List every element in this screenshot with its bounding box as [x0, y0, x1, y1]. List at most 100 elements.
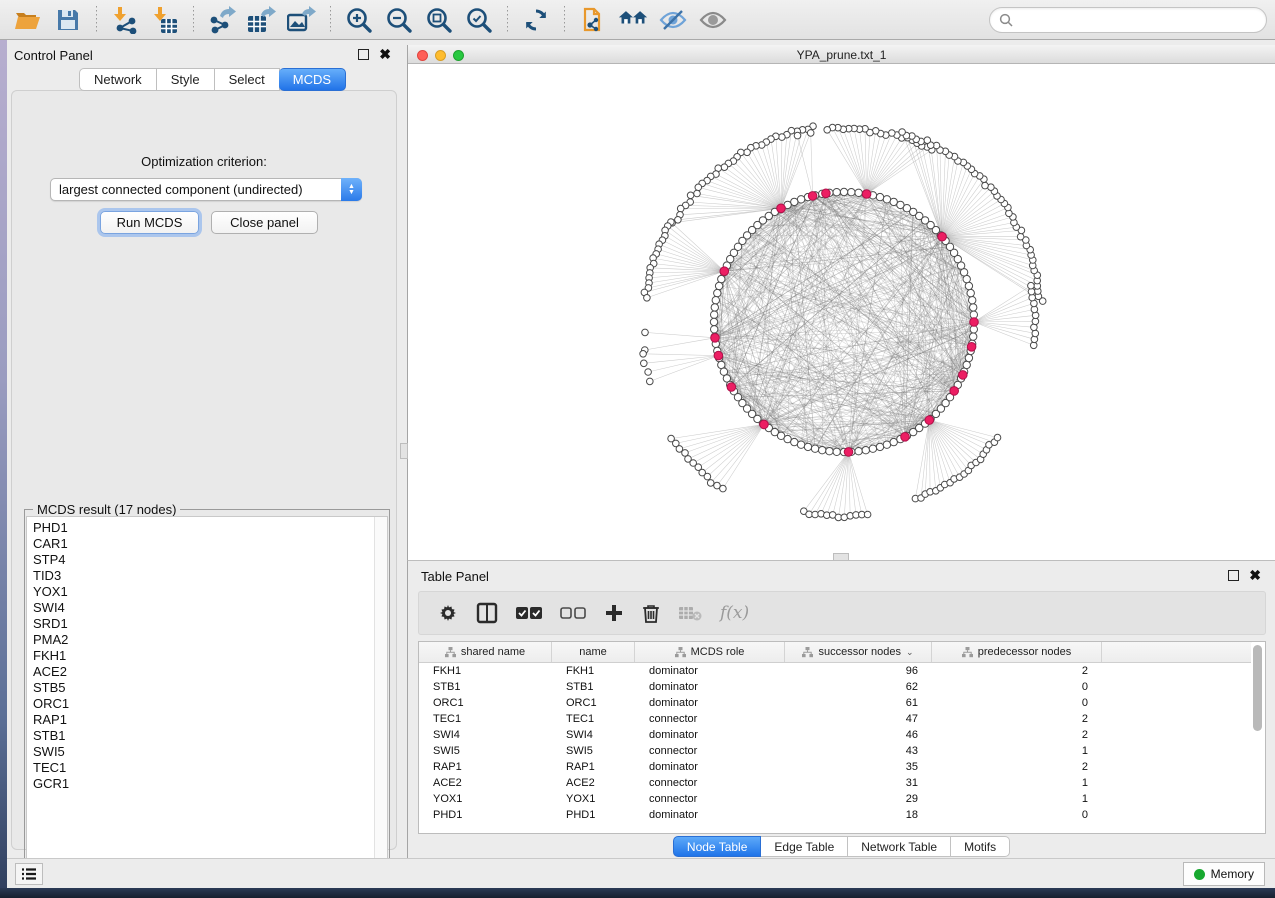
result-node[interactable]: RAP1 [33, 712, 387, 728]
memory-button[interactable]: Memory [1183, 862, 1265, 886]
result-node[interactable]: PMA2 [33, 632, 387, 648]
deselect-all-icon[interactable] [560, 606, 586, 620]
panel-menu-button[interactable] [15, 863, 43, 885]
tab-mcds[interactable]: MCDS [279, 68, 346, 91]
tab-edge-table[interactable]: Edge Table [761, 836, 848, 857]
table-row[interactable]: PHD1PHD1dominator180 [419, 807, 1252, 823]
result-node[interactable]: PHD1 [33, 520, 387, 536]
horizontal-splitter-handle[interactable] [833, 553, 849, 561]
result-node[interactable]: ACE2 [33, 664, 387, 680]
show-column-icon[interactable] [476, 602, 498, 624]
result-node[interactable]: TID3 [33, 568, 387, 584]
add-column-icon[interactable] [604, 603, 624, 623]
float-panel-icon[interactable] [358, 49, 369, 60]
result-node[interactable]: CAR1 [33, 536, 387, 552]
table-row[interactable]: STB1STB1dominator620 [419, 679, 1252, 695]
network-graph [408, 64, 1274, 560]
function-builder-icon[interactable]: f(x) [720, 603, 749, 623]
show-appearance-icon[interactable] [698, 5, 728, 35]
application-window: Control Panel ✖ NetworkStyleSelectMCDS O… [0, 0, 1275, 898]
table-row[interactable]: SWI5SWI5connector431 [419, 743, 1252, 759]
result-scrollbar[interactable] [374, 517, 387, 874]
delete-table-icon[interactable] [678, 605, 702, 621]
table-row[interactable]: TEC1TEC1connector472 [419, 711, 1252, 727]
table-settings-icon[interactable] [438, 603, 458, 623]
result-node[interactable]: SWI4 [33, 600, 387, 616]
column-header-predecessor-nodes[interactable]: predecessor nodes [932, 642, 1102, 662]
mcds-result-list[interactable]: PHD1CAR1STP4TID3YOX1SWI4SRD1PMA2FKH1ACE2… [26, 516, 388, 875]
network-window-title: YPA_prune.txt_1 [408, 48, 1275, 62]
table-cell: ACE2 [419, 777, 552, 789]
desktop-wallpaper-left [0, 40, 7, 888]
result-node[interactable]: YOX1 [33, 584, 387, 600]
table-row[interactable]: SWI4SWI4dominator462 [419, 727, 1252, 743]
hide-appearance-icon[interactable] [658, 5, 688, 35]
vertical-splitter-handle[interactable] [400, 443, 408, 459]
scrollbar-thumb[interactable] [1253, 645, 1262, 731]
export-image-icon[interactable] [287, 5, 317, 35]
float-panel-icon[interactable] [1228, 570, 1239, 581]
criterion-dropdown[interactable]: largest connected component (undirected)… [50, 178, 362, 201]
close-panel-icon[interactable]: ✖ [379, 49, 391, 60]
result-node[interactable]: ORC1 [33, 696, 387, 712]
result-node[interactable]: SRD1 [33, 616, 387, 632]
table-cell: connector [635, 777, 785, 789]
open-file-icon[interactable] [13, 5, 43, 35]
export-table-icon[interactable] [247, 5, 277, 35]
tab-select[interactable]: Select [215, 68, 280, 91]
table-cell: FKH1 [552, 665, 635, 677]
result-node[interactable]: STB1 [33, 728, 387, 744]
search-input[interactable] [1013, 13, 1257, 27]
table-row[interactable]: YOX1YOX1connector291 [419, 791, 1252, 807]
show-all-homes-icon[interactable] [618, 5, 648, 35]
save-icon[interactable] [53, 5, 83, 35]
column-header-successor-nodes[interactable]: successor nodes⌄ [785, 642, 932, 662]
tab-network[interactable]: Network [79, 68, 157, 91]
import-table-icon[interactable] [150, 5, 180, 35]
refresh-icon[interactable] [521, 5, 551, 35]
close-panel-icon[interactable]: ✖ [1249, 570, 1261, 581]
result-node[interactable]: GCR1 [33, 776, 387, 792]
import-network-icon[interactable] [110, 5, 140, 35]
table-scrollbar[interactable] [1251, 643, 1264, 833]
table-panel: Table Panel ✖ [407, 560, 1275, 858]
tab-style[interactable]: Style [157, 68, 215, 91]
tab-network-table[interactable]: Network Table [848, 836, 951, 857]
select-all-icon[interactable] [516, 606, 542, 620]
zoom-fit-icon[interactable] [424, 5, 454, 35]
table-panel-title: Table Panel [421, 569, 489, 584]
zoom-out-icon[interactable] [384, 5, 414, 35]
table-cell: 46 [785, 729, 932, 741]
search-field[interactable] [989, 7, 1267, 33]
table-cell: 1 [932, 793, 1102, 805]
table-cell: YOX1 [419, 793, 552, 805]
result-node[interactable]: FKH1 [33, 648, 387, 664]
table-cell: dominator [635, 809, 785, 821]
result-node[interactable]: SWI5 [33, 744, 387, 760]
tab-motifs[interactable]: Motifs [951, 836, 1010, 857]
column-header-name[interactable]: name [552, 642, 635, 662]
table-cell: SWI5 [552, 745, 635, 757]
network-window-titlebar[interactable]: YPA_prune.txt_1 [408, 45, 1275, 64]
result-node[interactable]: STP4 [33, 552, 387, 568]
dropdown-stepper-icon: ▲▼ [341, 178, 362, 201]
column-header-shared-name[interactable]: shared name [419, 642, 552, 662]
export-network-icon[interactable] [207, 5, 237, 35]
network-canvas[interactable] [408, 64, 1274, 560]
column-header-MCDS-role[interactable]: MCDS role [635, 642, 785, 662]
close-panel-button[interactable]: Close panel [211, 211, 318, 234]
run-mcds-button[interactable]: Run MCDS [100, 211, 199, 234]
zoom-selected-icon[interactable] [464, 5, 494, 35]
tab-node-table[interactable]: Node Table [673, 836, 762, 857]
table-cell: ORC1 [419, 697, 552, 709]
table-row[interactable]: ACE2ACE2connector311 [419, 775, 1252, 791]
result-node[interactable]: TEC1 [33, 760, 387, 776]
new-network-file-icon[interactable] [578, 5, 608, 35]
result-node[interactable]: STB5 [33, 680, 387, 696]
table-row[interactable]: FKH1FKH1dominator962 [419, 663, 1252, 679]
node-table: shared namenameMCDS rolesuccessor nodes⌄… [418, 641, 1266, 834]
table-row[interactable]: ORC1ORC1dominator610 [419, 695, 1252, 711]
zoom-in-icon[interactable] [344, 5, 374, 35]
table-row[interactable]: RAP1RAP1dominator352 [419, 759, 1252, 775]
delete-column-icon[interactable] [642, 603, 660, 623]
